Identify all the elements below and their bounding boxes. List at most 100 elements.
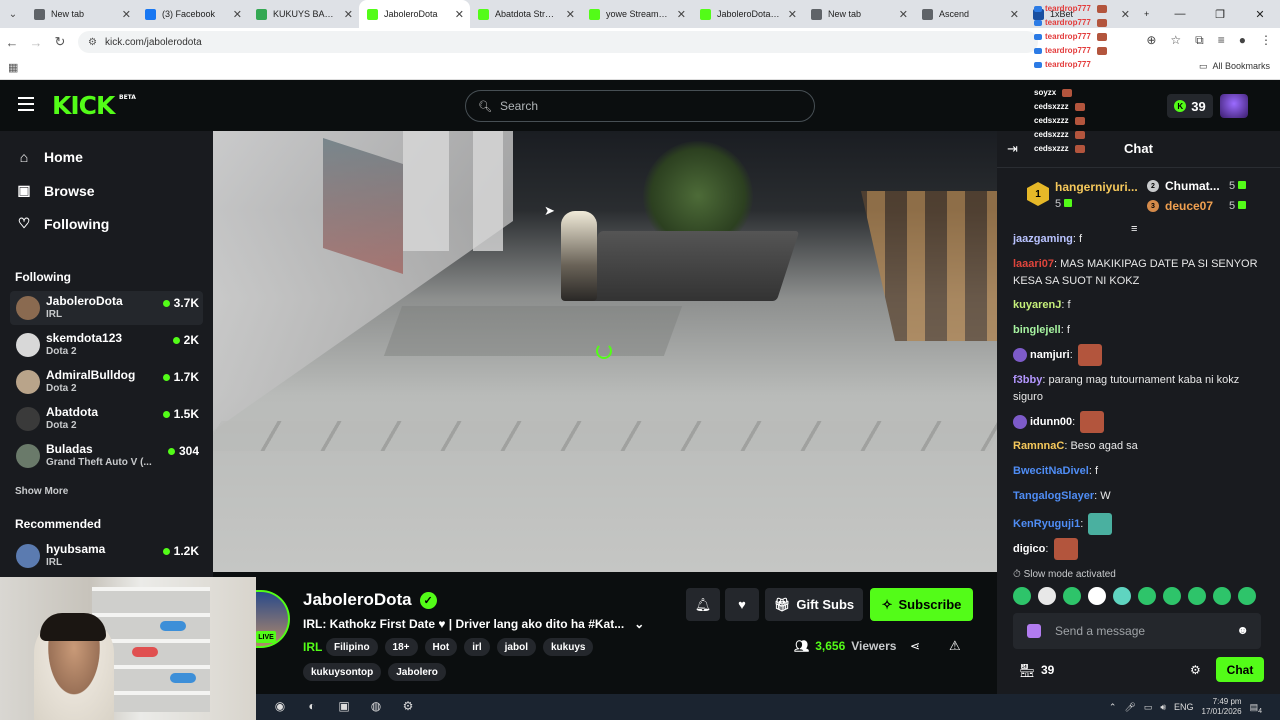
emote-button[interactable] [1188, 587, 1206, 605]
chat-message-input[interactable] [1055, 624, 1225, 638]
chat-username[interactable]: laaari07 [1013, 258, 1054, 270]
notifications-button[interactable]: 🔔︎ [686, 588, 720, 621]
tag-chip[interactable]: kukuysontop [303, 663, 382, 681]
browser-menu-icon[interactable]: ⋮ [1260, 33, 1272, 48]
chat-input-box[interactable]: ☻ [1013, 613, 1261, 649]
obs-icon[interactable]: ◉ [272, 699, 288, 715]
emote-button[interactable] [1038, 587, 1056, 605]
browser-tab[interactable]: (3) Facebook ✕ [137, 0, 248, 28]
video-player[interactable]: ➤ [213, 131, 997, 572]
apps-grid-icon[interactable]: ▦ [8, 61, 18, 74]
emote-button[interactable] [1088, 587, 1106, 605]
app-icon[interactable]: ▣ [336, 699, 352, 715]
chevron-down-icon[interactable]: ⌄ [634, 617, 644, 631]
chat-username[interactable]: namjuri [1030, 349, 1070, 361]
notifications-icon[interactable]: ▤ [1250, 702, 1259, 713]
subscribe-button[interactable]: ✧ Subscribe [870, 588, 973, 621]
close-icon[interactable]: ✕ [677, 8, 686, 21]
send-chat-button[interactable]: Chat [1216, 657, 1264, 682]
close-icon[interactable]: ✕ [233, 8, 242, 21]
nav-browse[interactable]: ▣ Browse [16, 182, 94, 199]
badge-icon[interactable] [1027, 624, 1041, 638]
tag-chip[interactable]: Filipino [326, 638, 378, 656]
emoji-icon[interactable]: ☻ [1236, 623, 1249, 637]
emote-button[interactable] [1238, 587, 1256, 605]
chat-username[interactable]: kuyarenJ [1013, 299, 1061, 311]
browser-tab[interactable]: New tab ✕ [803, 0, 914, 28]
tag-chip[interactable]: Jabolero [388, 663, 446, 681]
report-warning-icon[interactable]: ⚠ [949, 638, 961, 654]
sidebar-channel[interactable]: JaboleroDota IRL 3.7K [10, 291, 203, 325]
emote-button[interactable] [1013, 587, 1031, 605]
chat-username[interactable]: digico [1013, 543, 1045, 555]
category-link[interactable]: IRL [303, 640, 322, 654]
steam-icon[interactable]: ◐ [304, 699, 320, 715]
tag-chip[interactable]: 18+ [384, 638, 418, 656]
browser-tab[interactable]: JaboleroDota Stre ✕ [692, 0, 803, 28]
chat-username[interactable]: f3bby [1013, 374, 1042, 386]
network-icon[interactable]: ▭ [1144, 702, 1153, 713]
close-icon[interactable]: ✕ [122, 8, 131, 21]
close-window-button[interactable]: ✕ [1240, 0, 1280, 28]
menu-hamburger-icon[interactable] [18, 97, 34, 111]
emote-button[interactable] [1213, 587, 1231, 605]
reload-button[interactable]: ↻ [48, 34, 72, 50]
language-indicator[interactable]: ENG [1174, 702, 1194, 712]
emote-button[interactable] [1163, 587, 1181, 605]
store-icon[interactable]: 🏪︎ [1019, 663, 1036, 679]
restore-button[interactable]: ❐ [1200, 0, 1240, 28]
chat-username[interactable]: KenRyuguji1 [1013, 518, 1080, 530]
chat-username[interactable]: jaazgaming [1013, 233, 1073, 245]
channel-points[interactable]: 39 [1041, 663, 1054, 677]
all-bookmarks-button[interactable]: ▭ All Bookmarks [1199, 61, 1270, 72]
browser-tab[interactable]: Abatdota Stream ✕ [470, 0, 581, 28]
leader-2-name[interactable]: Chumat... [1165, 179, 1220, 193]
close-icon[interactable]: ✕ [566, 8, 575, 21]
browser-tab[interactable]: Ascend ✕ [914, 0, 1025, 28]
sidebar-channel[interactable]: hyubsama IRL 1.2K [10, 539, 203, 573]
profile-icon[interactable]: ● [1239, 33, 1246, 48]
browser-tab[interactable]: KUKUYS BASKETB ✕ [248, 0, 359, 28]
sidebar-channel[interactable]: AdmiralBulldog Dota 2 1.7K [10, 365, 203, 399]
app-icon[interactable]: ◍ [368, 699, 384, 715]
gift-subs-button[interactable]: 🎁︎ Gift Subs [765, 588, 863, 621]
chat-username[interactable]: BwecitNaDivel [1013, 465, 1089, 477]
sidebar-channel[interactable]: Buladas Grand Theft Auto V (... 304 [10, 439, 203, 473]
browser-tab[interactable]: yowe Stream - W ✕ [581, 0, 692, 28]
clock[interactable]: 7:49 pm 17/01/2026 [1202, 697, 1242, 717]
browser-tab[interactable]: New tab ✕ [26, 0, 137, 28]
volume-icon[interactable]: 🔊︎ [1160, 702, 1166, 713]
share-icon[interactable]: ⋖ [910, 639, 920, 653]
chat-username[interactable]: TangalogSlayer [1013, 490, 1094, 502]
emote-button[interactable] [1063, 587, 1081, 605]
gear-icon[interactable]: ⚙ [1190, 663, 1201, 677]
kick-logo[interactable]: KICK BETA [52, 91, 136, 120]
emote-button[interactable] [1113, 587, 1131, 605]
close-icon[interactable]: ✕ [788, 8, 797, 21]
back-button[interactable]: ← [0, 35, 24, 50]
close-icon[interactable]: ✕ [344, 8, 353, 21]
settings-gear-icon[interactable]: ⚙ [400, 699, 416, 715]
user-avatar[interactable] [1220, 94, 1248, 118]
tag-chip[interactable]: kukuys [542, 638, 594, 656]
tag-chip[interactable]: Hot [424, 638, 458, 656]
leader-1-name[interactable]: hangerniyuri... [1055, 180, 1138, 194]
nav-home[interactable]: ⌂ Home [16, 149, 83, 165]
emote-button[interactable] [1138, 587, 1156, 605]
forward-button[interactable]: → [24, 35, 48, 50]
chat-username[interactable]: RamnnaC [1013, 440, 1064, 452]
channel-name[interactable]: JaboleroDota ✓ [303, 590, 437, 610]
sidebar-channel[interactable]: skemdota123 Dota 2 2K [10, 328, 203, 362]
tag-chip[interactable]: jabol [496, 638, 536, 656]
close-icon[interactable]: ✕ [1010, 8, 1019, 21]
close-icon[interactable]: ✕ [455, 8, 464, 21]
tab-search-icon[interactable]: ⌄ [0, 0, 26, 28]
close-icon[interactable]: ✕ [899, 8, 908, 21]
tray-chevron-icon[interactable]: ⌃ [1109, 702, 1117, 713]
show-more-button[interactable]: Show More [15, 486, 68, 497]
url-field[interactable]: ⚙ kick.com/jabolerodota [78, 31, 1038, 53]
nav-following[interactable]: ♡ Following [16, 215, 110, 232]
follow-button[interactable]: ♥ [725, 588, 759, 621]
chat-username[interactable]: binglejell [1013, 324, 1061, 336]
search-bar[interactable]: 🔍︎ [465, 90, 815, 122]
